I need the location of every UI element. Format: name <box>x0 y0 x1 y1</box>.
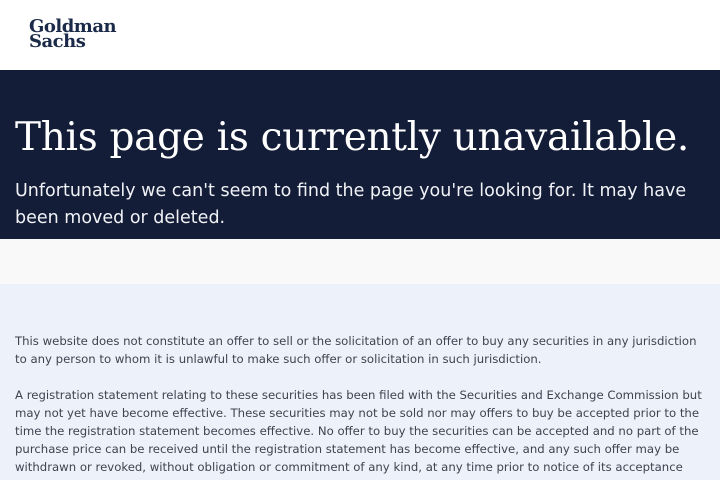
error-hero-banner: This page is currently unavailable. Unfo… <box>0 70 720 239</box>
content-spacer <box>0 239 720 284</box>
page: Goldman Sachs This page is currently una… <box>0 0 720 480</box>
disclaimer-paragraph-registration: A registration statement relating to the… <box>15 388 702 480</box>
goldman-sachs-logo[interactable]: Goldman Sachs <box>29 18 117 51</box>
error-message: Unfortunately we can't seem to find the … <box>15 181 687 228</box>
legal-disclaimer: This website does not constitute an offe… <box>0 284 720 480</box>
top-header: Goldman Sachs <box>0 0 720 70</box>
page-title: This page is currently unavailable. <box>15 115 689 160</box>
disclaimer-paragraph-offer: This website does not constitute an offe… <box>15 334 697 366</box>
